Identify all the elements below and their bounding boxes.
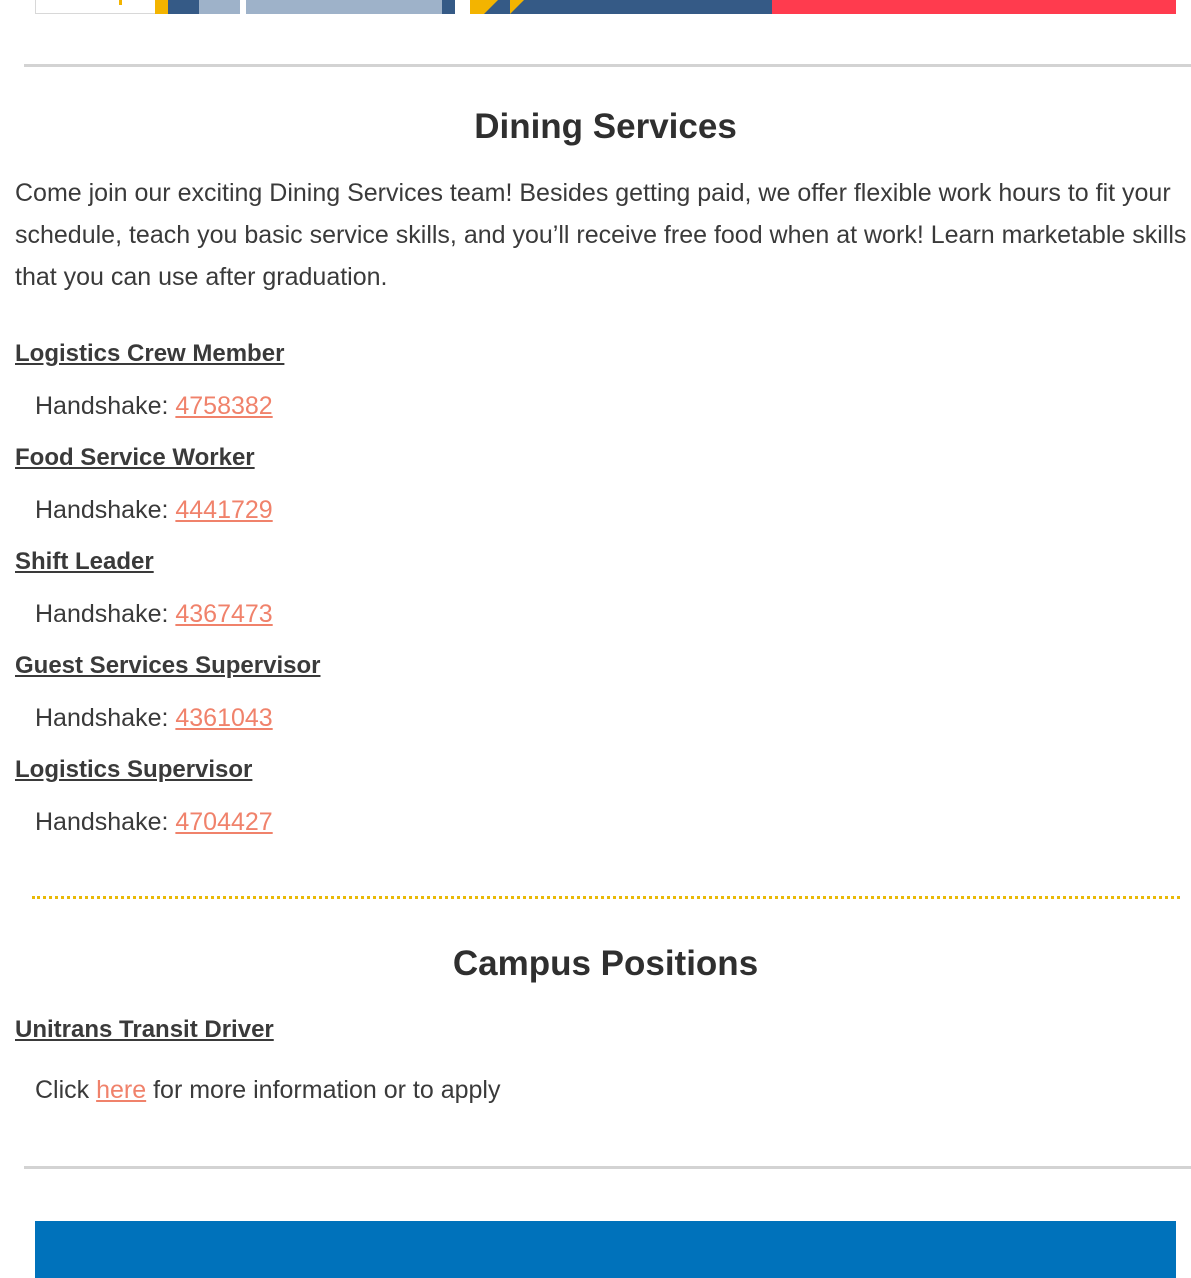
handshake-label: Handshake: [35,392,176,420]
header-banner-image [0,0,1191,14]
job-title-food-service-worker[interactable]: Food Service Worker [15,444,255,472]
handshake-link[interactable]: 4758382 [175,392,272,420]
handshake-link[interactable]: 4704427 [175,808,272,836]
click-prefix: Click [35,1076,97,1104]
campus-heading: Campus Positions [452,944,759,983]
job-title-logistics-crew-member[interactable]: Logistics Crew Member [15,340,284,368]
section-divider [24,1166,1191,1169]
footer-banner [35,1221,1176,1278]
dining-intro: Come join our exciting Dining Services t… [15,179,1187,291]
job-title-logistics-supervisor[interactable]: Logistics Supervisor [15,756,252,784]
handshake-link[interactable]: 4441729 [175,496,272,524]
apply-here-link[interactable]: here [96,1076,146,1104]
job-title-shift-leader[interactable]: Shift Leader [15,548,154,576]
job-title-guest-services-supervisor[interactable]: Guest Services Supervisor [15,652,320,680]
handshake-line: Handshake: 4441729 [35,496,273,525]
dining-heading: Dining Services [474,107,737,146]
dotted-divider [32,896,1180,899]
handshake-line: Handshake: 4367473 [35,600,273,629]
handshake-label: Handshake: [35,808,176,836]
job-title-unitrans-transit-driver[interactable]: Unitrans Transit Driver [15,1016,274,1044]
apply-instruction: Click here for more information or to ap… [35,1076,500,1105]
handshake-link[interactable]: 4367473 [175,600,272,628]
handshake-line: Handshake: 4704427 [35,808,273,837]
handshake-line: Handshake: 4361043 [35,704,273,733]
handshake-line: Handshake: 4758382 [35,392,273,421]
handshake-label: Handshake: [35,600,176,628]
section-divider [24,64,1191,67]
handshake-label: Handshake: [35,704,176,732]
click-suffix: for more information or to apply [146,1076,501,1104]
handshake-label: Handshake: [35,496,176,524]
handshake-link[interactable]: 4361043 [175,704,272,732]
